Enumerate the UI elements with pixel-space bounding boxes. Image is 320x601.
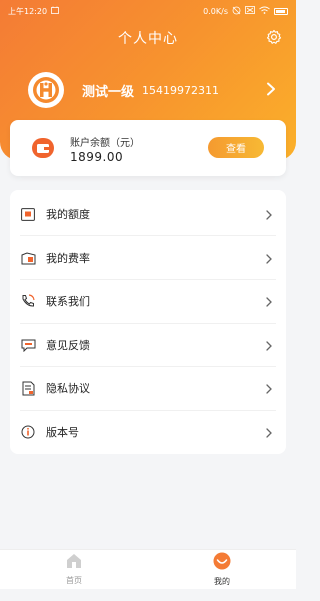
menu-item-label: 意见反馈	[46, 339, 90, 352]
tab-label: 首页	[66, 576, 82, 585]
status-time: 上午12:20	[8, 6, 48, 16]
wallet-icon	[32, 138, 54, 162]
phone-icon	[20, 293, 36, 309]
wifi-icon	[259, 6, 270, 16]
balance-label: 账户余额（元）	[70, 138, 140, 149]
alarm-icon	[232, 6, 241, 17]
chevron-right-icon	[266, 379, 272, 398]
menu-item-privacy[interactable]: 隐私协议	[10, 366, 286, 410]
network-speed: 0.0K/s	[203, 6, 228, 16]
battery-icon	[274, 7, 288, 15]
chevron-right-icon	[266, 205, 272, 224]
calendar-icon	[51, 6, 59, 16]
menu-item-feedback[interactable]: 意见反馈	[10, 323, 286, 367]
feedback-icon	[20, 337, 36, 353]
tab-label: 我的	[214, 577, 230, 586]
logo-icon	[33, 77, 59, 103]
view-balance-button[interactable]: 查看	[208, 137, 264, 158]
info-icon	[20, 424, 36, 440]
privacy-icon	[20, 380, 36, 396]
menu-item-label: 我的费率	[46, 252, 90, 265]
menu-item-label: 联系我们	[46, 295, 90, 308]
chevron-right-icon	[266, 292, 272, 311]
chevron-right-icon[interactable]	[266, 81, 276, 100]
tab-home[interactable]: 首页	[0, 550, 148, 589]
status-bar: 上午12:20 0.0K/s	[0, 0, 296, 22]
user-phone: 15419972311	[142, 83, 219, 97]
profile-icon	[213, 552, 231, 574]
chevron-right-icon	[266, 249, 272, 268]
chevron-right-icon	[266, 423, 272, 442]
tab-profile[interactable]: 我的	[148, 550, 296, 589]
rate-icon	[20, 250, 36, 266]
menu-item-quota[interactable]: 我的额度	[10, 192, 286, 236]
balance-card: 账户余额（元） 1899.00 查看	[10, 120, 286, 176]
user-profile-row[interactable]: 测试一级 15419972311	[28, 70, 276, 110]
bottom-tab-bar: 首页 我的	[0, 549, 296, 589]
menu-item-label: 版本号	[46, 426, 79, 439]
sim-icon	[245, 6, 255, 16]
home-icon	[66, 553, 82, 573]
menu-item-version[interactable]: 版本号	[10, 410, 286, 454]
chevron-right-icon	[266, 336, 272, 355]
page-title: 个人中心	[118, 31, 178, 47]
menu-item-label: 隐私协议	[46, 382, 90, 395]
quota-icon	[20, 206, 36, 222]
balance-value: 1899.00	[70, 150, 124, 164]
menu-item-rate[interactable]: 我的费率	[10, 236, 286, 280]
username: 测试一级	[82, 84, 135, 100]
bottom-safe-area	[0, 589, 296, 601]
avatar	[28, 72, 64, 108]
gear-icon[interactable]	[266, 29, 282, 45]
menu-item-contact[interactable]: 联系我们	[10, 279, 286, 323]
menu-list: 我的额度 我的费率 联系我们 意见反馈 隐私协议 版本号	[10, 190, 286, 454]
menu-item-label: 我的额度	[46, 208, 90, 221]
